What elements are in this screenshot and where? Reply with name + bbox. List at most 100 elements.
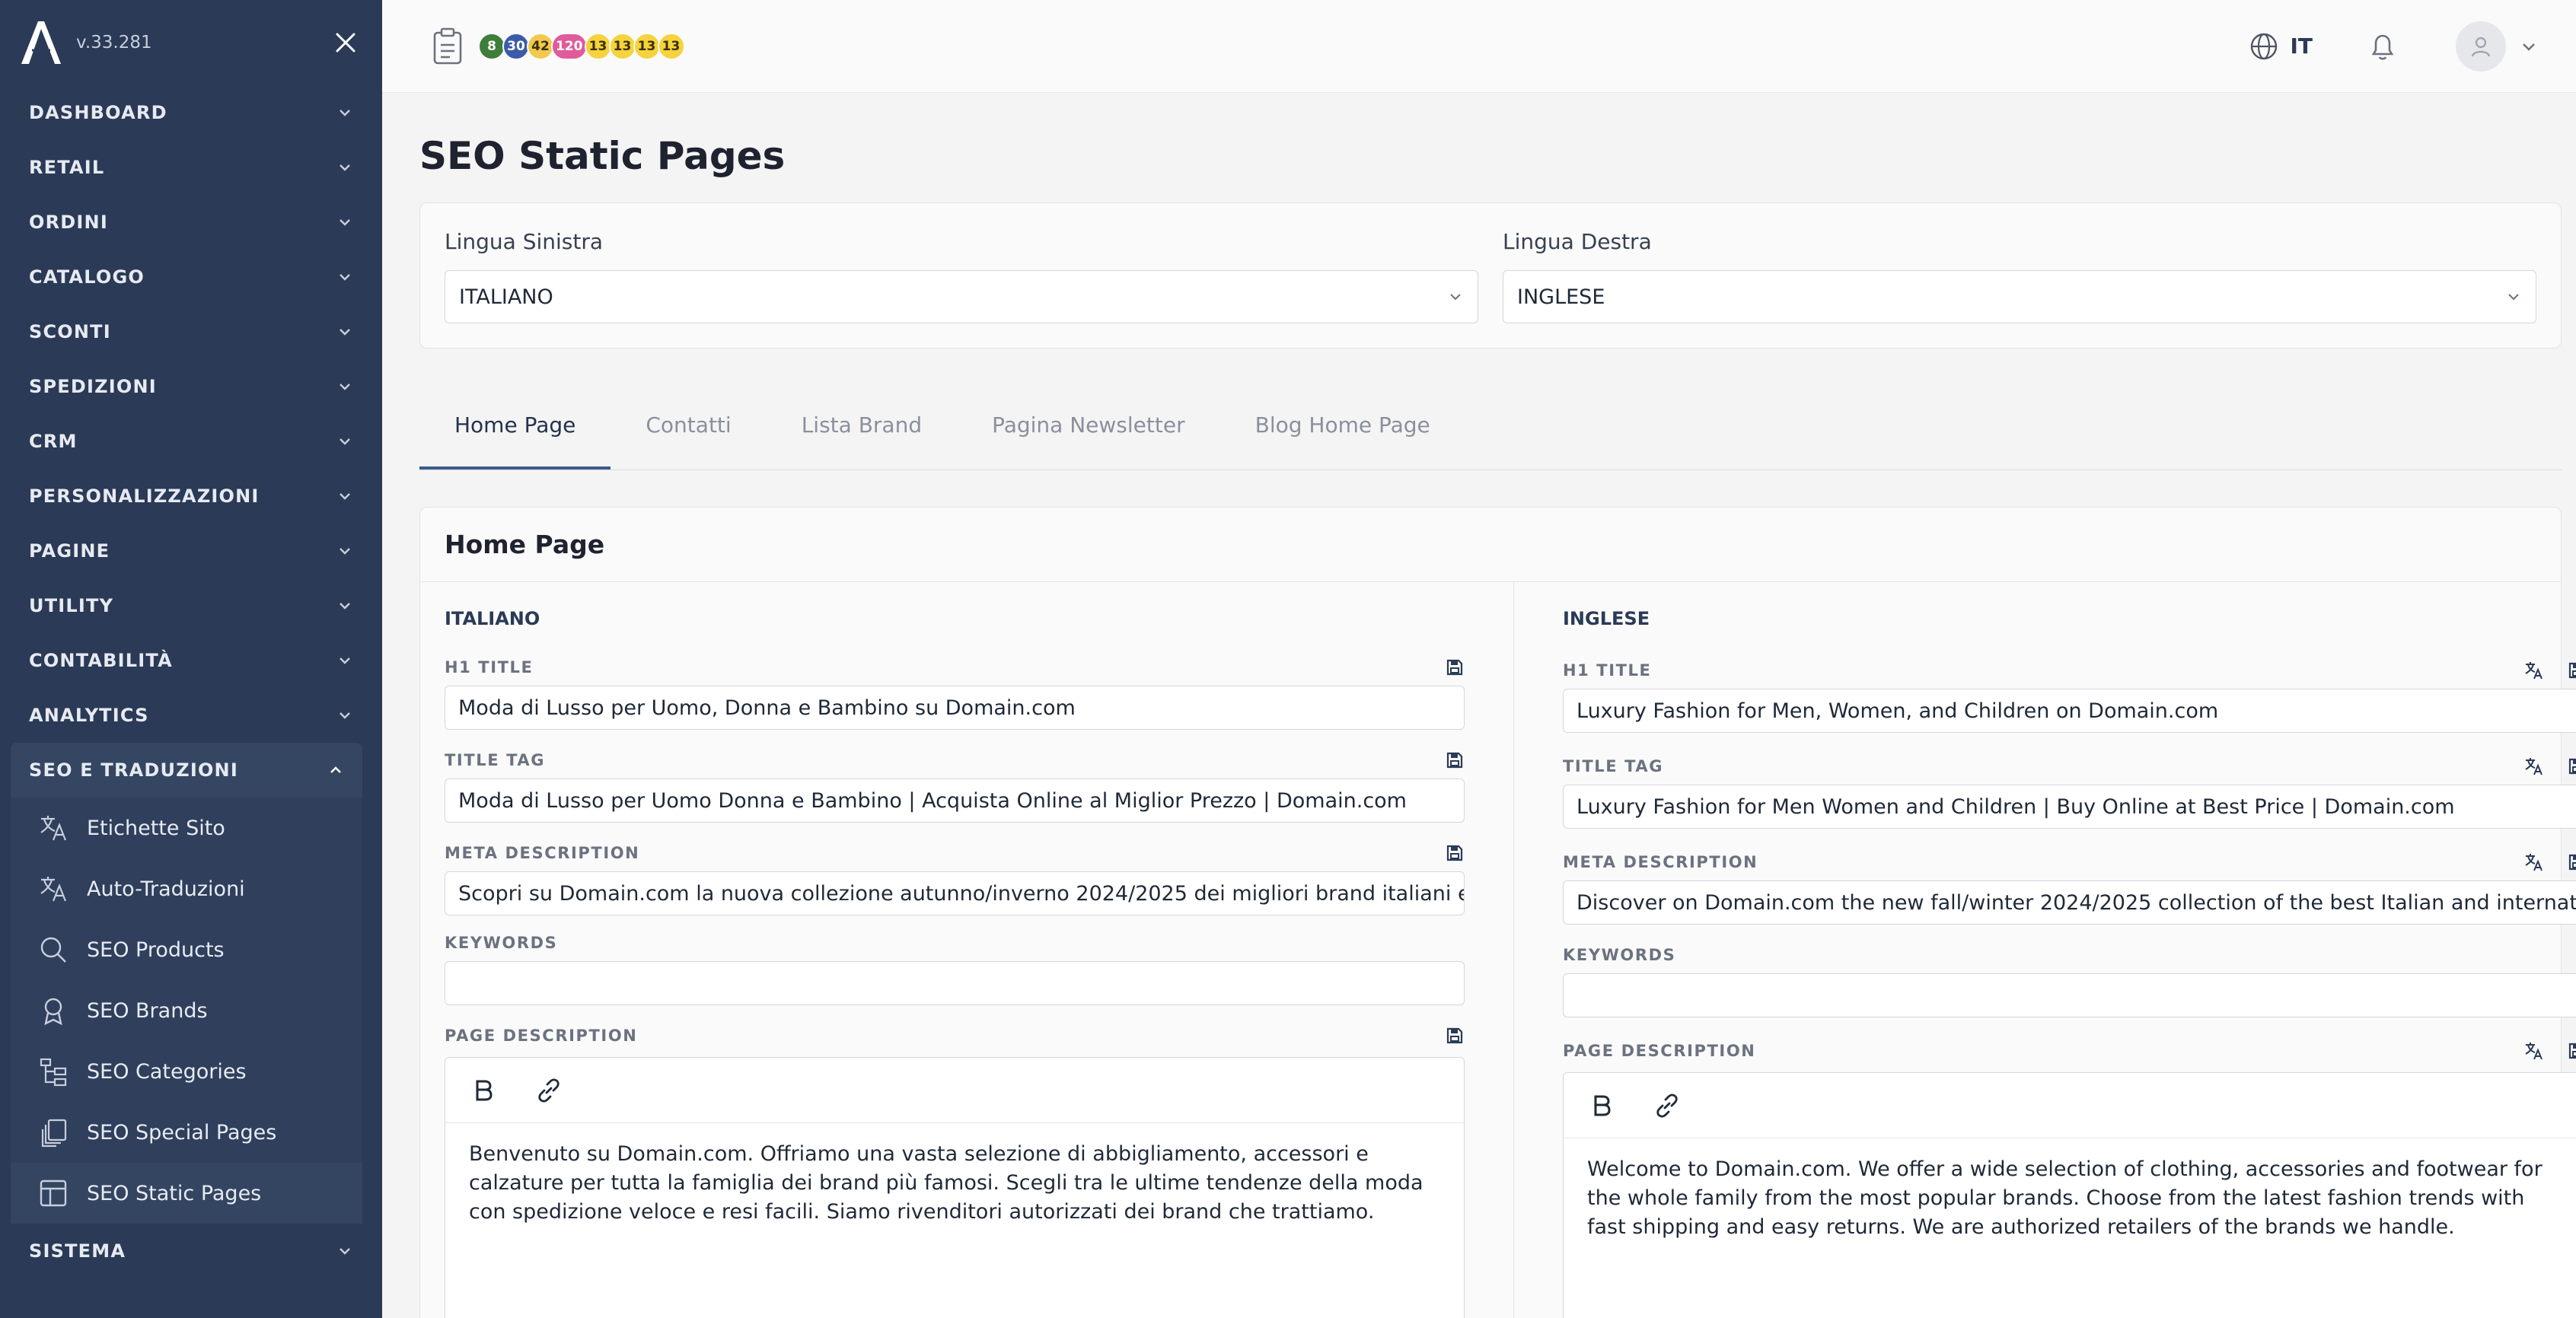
submenu-item-seo-categories[interactable]: SEO Categories (11, 1041, 362, 1102)
sidebar-item-label: UTILITY (29, 595, 114, 616)
sidebar-item-utility[interactable]: UTILITY (0, 578, 382, 633)
save-icon[interactable] (1445, 657, 1465, 677)
sidebar-item-seo-traduzioni[interactable]: SEO E TRADUZIONI (11, 743, 362, 797)
clipboard-icon[interactable] (431, 27, 464, 66)
translate-icon[interactable] (2524, 661, 2544, 680)
language-columns: ITALIANO H1 TITLE Moda di Lusso per Uomo… (420, 582, 2576, 1318)
count-badge[interactable]: 13 (608, 32, 636, 60)
sidebar-item-spedizioni[interactable]: SPEDIZIONI (0, 359, 382, 414)
field-actions (2501, 661, 2576, 680)
meta-description-input[interactable]: Scopri su Domain.com la nuova collezione… (445, 871, 1465, 915)
bold-button[interactable] (467, 1074, 500, 1107)
link-button[interactable] (532, 1074, 566, 1107)
keywords-label: KEYWORDS (1563, 946, 1676, 964)
submenu-item-seo-static-pages[interactable]: SEO Static Pages (11, 1163, 362, 1224)
tab-home-page[interactable]: Home Page (419, 384, 611, 470)
save-icon[interactable] (2567, 852, 2576, 872)
count-badge[interactable]: 42 (527, 32, 554, 60)
page-description-text[interactable]: Welcome to Domain.com. We offer a wide s… (1564, 1138, 2576, 1259)
save-icon[interactable] (2567, 1041, 2576, 1061)
chevron-down-icon (340, 657, 350, 664)
sidebar-item-pagine[interactable]: PAGINE (0, 524, 382, 578)
sidebar-item-analytics[interactable]: ANALYTICS (0, 688, 382, 743)
right-language-group: Lingua Destra INGLESE (1503, 229, 2536, 348)
count-badge[interactable]: 30 (502, 32, 530, 60)
close-sidebar-button[interactable] (327, 24, 364, 61)
translate-icon (40, 877, 67, 902)
page-tabs: Home Page Contatti Lista Brand Pagina Ne… (419, 384, 2562, 470)
left-language-select[interactable]: ITALIANO (445, 270, 1478, 323)
avatar[interactable] (2456, 21, 2506, 72)
page-description-text[interactable]: Benvenuto su Domain.com. Offriamo una va… (445, 1123, 1464, 1243)
title-tag-input[interactable]: Moda di Lusso per Uomo Donna e Bambino |… (445, 778, 1465, 823)
chevron-down-icon (2508, 294, 2519, 301)
field-actions (1422, 657, 1465, 677)
right-column: INGLESE H1 TITLE Luxury Fashion for Men,… (1514, 582, 2576, 1318)
submenu-item-label: Etichette Sito (87, 816, 225, 840)
field-label: TITLE TAG (1563, 751, 2576, 782)
tab-contatti[interactable]: Contatti (611, 384, 766, 470)
close-icon (336, 33, 355, 53)
h1-label: H1 TITLE (1563, 661, 1652, 680)
meta-description-label: META DESCRIPTION (1563, 853, 1758, 871)
field-label: KEYWORDS (445, 928, 1465, 958)
page-description-label: PAGE DESCRIPTION (445, 1027, 638, 1045)
sidebar-item-catalogo[interactable]: CATALOGO (0, 250, 382, 304)
h1-title-input[interactable]: Luxury Fashion for Men, Women, and Child… (1563, 689, 2576, 733)
count-badge[interactable]: 120 (551, 32, 588, 60)
sidebar-item-sconti[interactable]: SCONTI (0, 304, 382, 359)
sidebar-item-contabilita[interactable]: CONTABILITÀ (0, 633, 382, 688)
submenu-item-seo-special-pages[interactable]: SEO Special Pages (11, 1102, 362, 1163)
sidebar-item-personalizzazioni[interactable]: PERSONALIZZAZIONI (0, 469, 382, 524)
topbar: 8 30 42 120 13 13 13 13 IT (382, 0, 2576, 93)
translate-icon[interactable] (2524, 756, 2544, 776)
chevron-down-icon[interactable] (2520, 37, 2538, 56)
save-icon[interactable] (1445, 1026, 1465, 1046)
tab-pagina-newsletter[interactable]: Pagina Newsletter (957, 384, 1220, 470)
search-icon (40, 937, 66, 963)
save-icon[interactable] (2567, 661, 2576, 680)
submenu-item-auto-traduzioni[interactable]: Auto-Traduzioni (11, 858, 362, 919)
sidebar-item-label: SPEDIZIONI (29, 376, 157, 397)
page-description-editor: Benvenuto su Domain.com. Offriamo una va… (445, 1057, 1465, 1318)
translate-icon[interactable] (2524, 1041, 2544, 1061)
meta-description-input[interactable]: Discover on Domain.com the new fall/wint… (1563, 880, 2576, 925)
keywords-input[interactable] (1563, 973, 2576, 1017)
title-tag-input[interactable]: Luxury Fashion for Men Women and Childre… (1563, 785, 2576, 829)
tab-lista-brand[interactable]: Lista Brand (767, 384, 957, 470)
submenu-item-seo-products[interactable]: SEO Products (11, 919, 362, 980)
save-icon[interactable] (2567, 756, 2576, 776)
count-badge[interactable]: 13 (584, 32, 612, 60)
count-badge[interactable]: 13 (633, 32, 661, 60)
count-badge[interactable]: 13 (657, 32, 685, 60)
bold-button[interactable] (1585, 1089, 1618, 1122)
field-actions (1422, 1026, 1465, 1046)
tab-blog-home-page[interactable]: Blog Home Page (1220, 384, 1465, 470)
right-language-select[interactable]: INGLESE (1503, 270, 2536, 323)
save-icon[interactable] (1445, 750, 1465, 770)
bell-icon[interactable] (2367, 30, 2398, 63)
language-switcher[interactable]: IT (2249, 31, 2313, 62)
field-label: META DESCRIPTION (445, 838, 1465, 868)
link-button[interactable] (1650, 1089, 1684, 1122)
field-label: PAGE DESCRIPTION (445, 1020, 1465, 1051)
field-label: TITLE TAG (445, 745, 1465, 775)
chevron-down-icon (340, 164, 350, 171)
chevron-down-icon (340, 548, 350, 555)
sidebar-item-dashboard[interactable]: DASHBOARD (0, 85, 382, 140)
app-version: v.33.281 (76, 33, 152, 53)
save-icon[interactable] (1445, 843, 1465, 863)
submenu-item-label: SEO Special Pages (87, 1120, 277, 1144)
keywords-input[interactable] (445, 961, 1465, 1005)
h1-title-input[interactable]: Moda di Lusso per Uomo, Donna e Bambino … (445, 686, 1465, 730)
sidebar-item-sistema[interactable]: SISTEMA (0, 1224, 382, 1278)
translate-icon[interactable] (2524, 852, 2544, 872)
submenu-item-etichette-sito[interactable]: Etichette Sito (11, 797, 362, 858)
sidebar-item-label: CRM (29, 431, 78, 452)
count-badge[interactable]: 8 (478, 32, 505, 60)
sidebar-item-retail[interactable]: RETAIL (0, 140, 382, 195)
submenu-item-seo-brands[interactable]: SEO Brands (11, 980, 362, 1041)
sidebar-item-ordini[interactable]: ORDINI (0, 195, 382, 250)
topbar-right: IT (2249, 21, 2538, 72)
sidebar-item-crm[interactable]: CRM (0, 414, 382, 469)
